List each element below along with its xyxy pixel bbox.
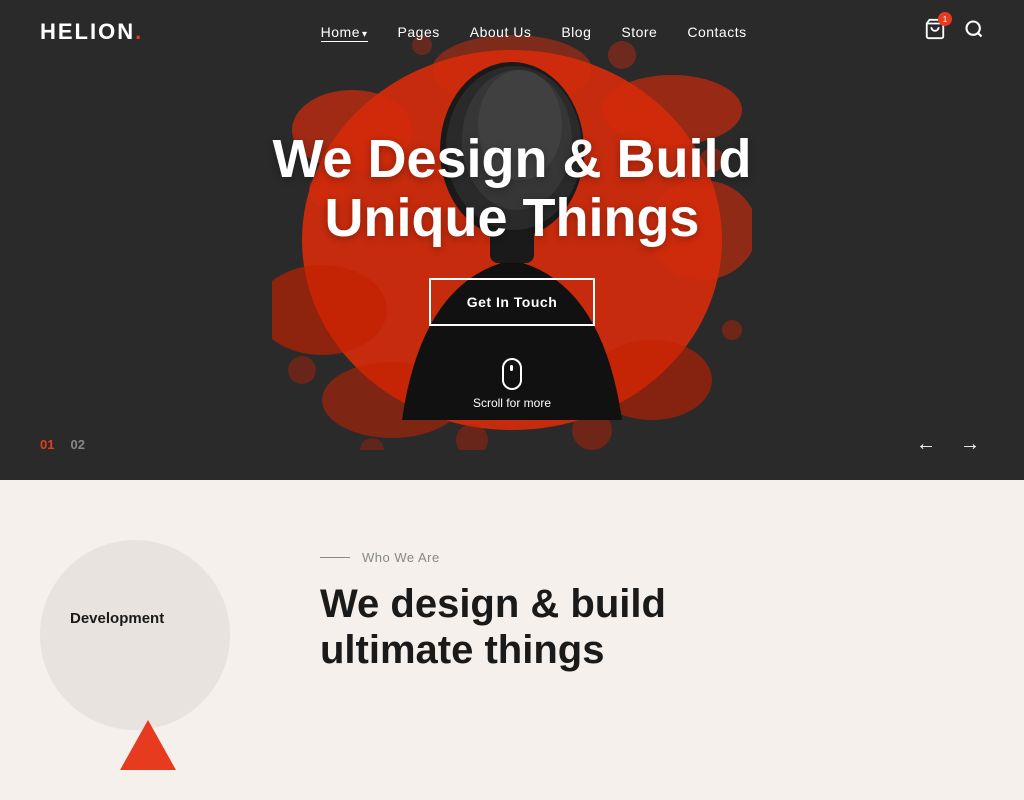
hero-content: We Design & Build Unique Things Get In T… <box>272 130 751 411</box>
nav-item-pages[interactable]: Pages <box>398 24 440 40</box>
nav-item-about[interactable]: About Us <box>470 24 532 40</box>
nav-item-blog[interactable]: Blog <box>561 24 591 40</box>
nav-arrow-home: ▾ <box>362 29 368 40</box>
hero-section: We Design & Build Unique Things Get In T… <box>0 0 1024 480</box>
hero-bottom-bar: 01 02 ← → <box>0 429 1024 460</box>
header-actions: 1 <box>924 18 984 45</box>
next-arrow[interactable]: → <box>956 429 984 460</box>
triangle-graphic <box>120 720 176 770</box>
slide-number-1[interactable]: 01 <box>40 437 54 452</box>
development-circle-graphic: Development <box>40 540 260 760</box>
search-icon[interactable] <box>964 19 984 44</box>
slide-number-2[interactable]: 02 <box>70 437 84 452</box>
mouse-wheel <box>510 365 513 371</box>
slide-numbers: 01 02 <box>40 437 85 452</box>
site-header: HELION. Home▾ Pages About Us Blog Store … <box>0 0 1024 63</box>
mouse-icon <box>502 358 522 390</box>
nav-item-home[interactable]: Home▾ <box>321 24 368 40</box>
site-logo: HELION. <box>40 19 143 45</box>
scroll-label: Scroll for more <box>473 396 551 410</box>
circle-background <box>40 540 230 730</box>
section-tag: Who We Are <box>362 550 440 565</box>
development-label: Development <box>70 610 164 627</box>
prev-arrow[interactable]: ← <box>912 429 940 460</box>
below-hero-section: Development Who We Are We design & build… <box>0 480 1024 800</box>
main-nav: Home▾ Pages About Us Blog Store Contacts <box>321 24 747 40</box>
cart-badge: 1 <box>938 12 952 26</box>
nav-item-contacts[interactable]: Contacts <box>687 24 746 40</box>
hero-title: We Design & Build Unique Things <box>272 130 751 249</box>
cta-button[interactable]: Get In Touch <box>429 278 596 326</box>
scroll-indicator: Scroll for more <box>272 358 751 410</box>
section-label: Who We Are <box>320 550 984 565</box>
slide-arrows: ← → <box>912 429 984 460</box>
logo-dot: . <box>135 19 143 44</box>
nav-item-store[interactable]: Store <box>621 24 657 40</box>
section-title: We design & build ultimate things <box>320 581 984 673</box>
who-we-are-block: Who We Are We design & build ultimate th… <box>320 540 984 673</box>
cart-icon[interactable]: 1 <box>924 18 946 45</box>
